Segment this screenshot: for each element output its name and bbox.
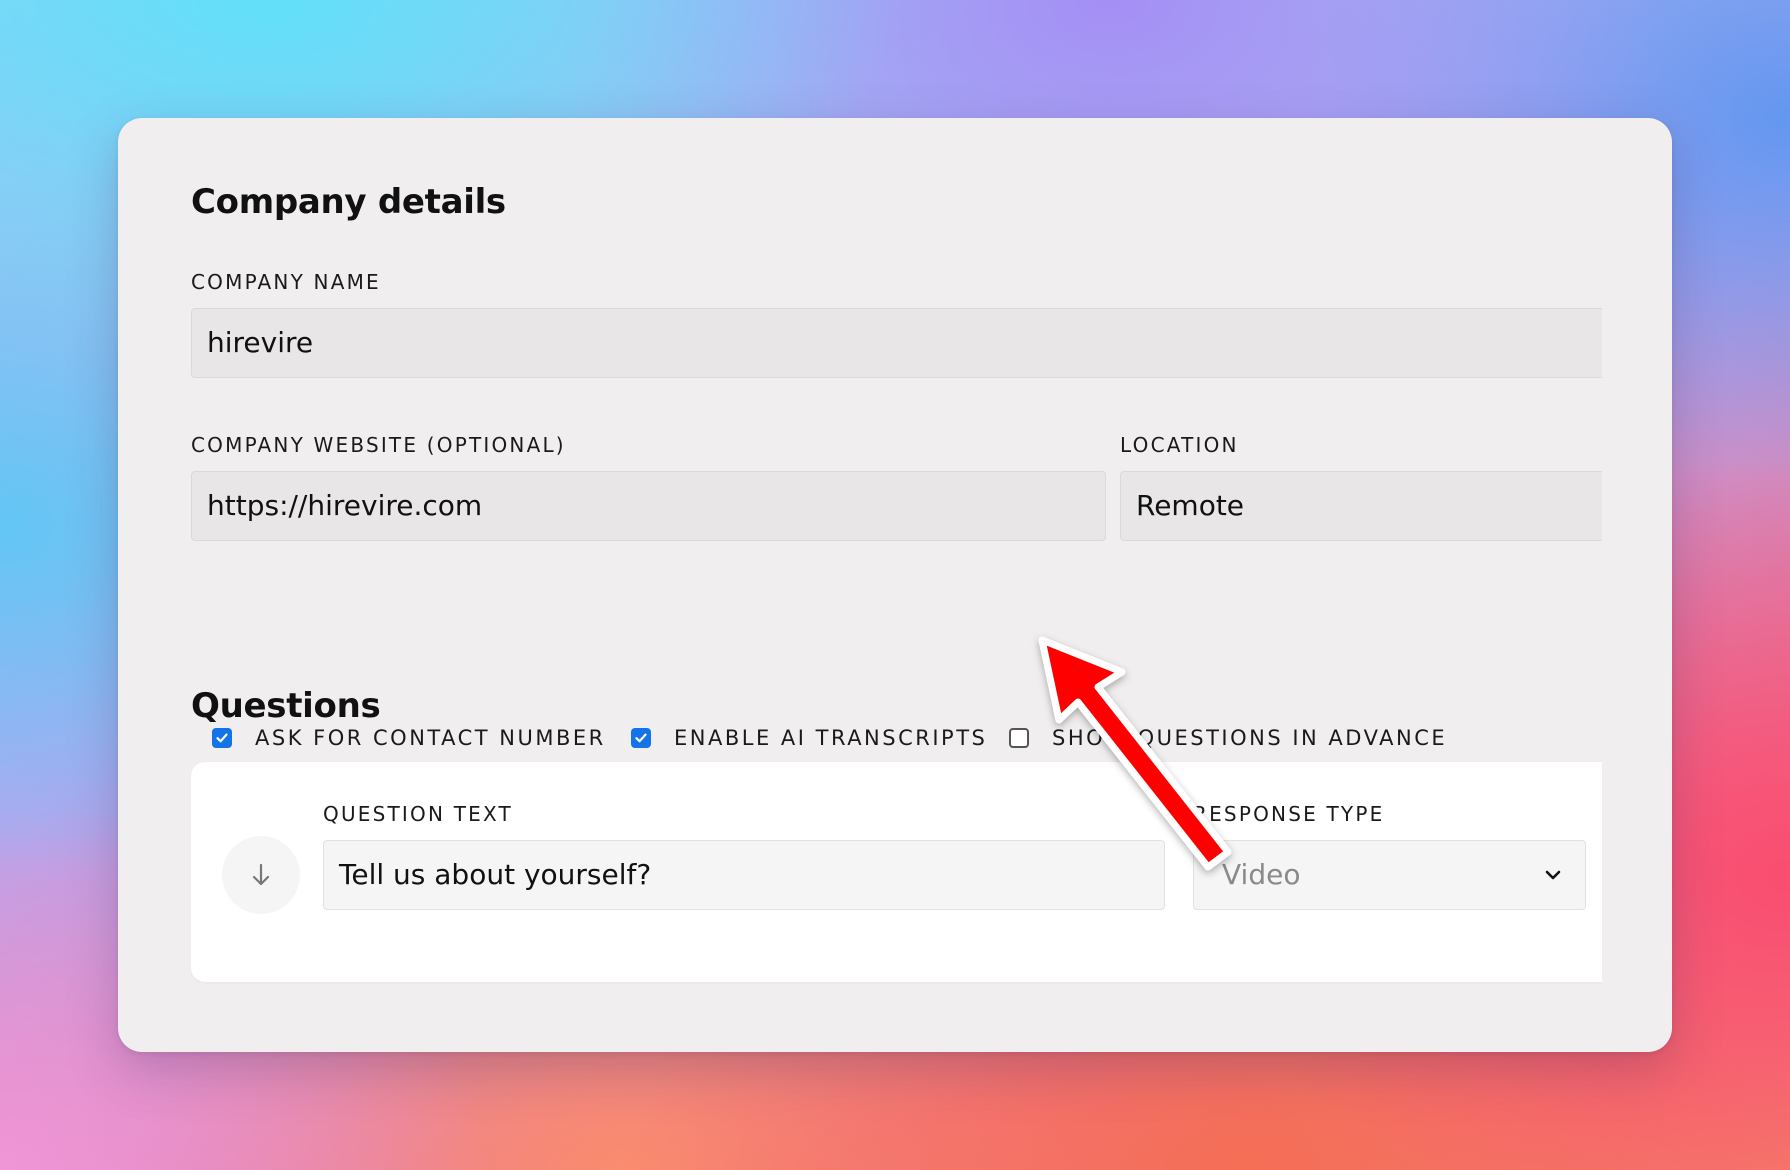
checkmark-icon (635, 733, 647, 743)
checkmark-icon (216, 733, 228, 743)
company-details-title: Company details (191, 182, 506, 222)
location-input[interactable]: Remote (1120, 471, 1602, 541)
enable-ai-transcripts-label: ENABLE AI TRANSCRIPTS (674, 726, 988, 750)
question-text-input[interactable]: Tell us about yourself? (323, 840, 1165, 910)
ask-contact-number-label: ASK FOR CONTACT NUMBER (255, 726, 606, 750)
show-questions-in-advance-label: SHOW QUESTIONS IN ADVANCE (1052, 726, 1448, 750)
chevron-down-icon (1545, 870, 1561, 880)
questions-title: Questions (191, 686, 381, 726)
company-name-label: COMPANY NAME (191, 270, 381, 294)
question-card: QUESTION TEXT Tell us about yourself? RE… (191, 762, 1602, 982)
show-questions-in-advance-checkbox[interactable] (1009, 728, 1029, 748)
ask-contact-number-checkbox[interactable] (212, 728, 232, 748)
settings-card: Company details COMPANY NAME hirevire CO… (118, 118, 1672, 1052)
location-label: LOCATION (1120, 433, 1239, 457)
option-show-questions-in-advance[interactable]: SHOW QUESTIONS IN ADVANCE (1009, 718, 1447, 758)
company-website-input[interactable]: https://hirevire.com (191, 471, 1106, 541)
option-enable-ai-transcripts[interactable]: ENABLE AI TRANSCRIPTS (631, 718, 987, 758)
company-website-label: COMPANY WEBSITE (OPTIONAL) (191, 433, 566, 457)
company-name-input[interactable]: hirevire (191, 308, 1602, 378)
reorder-handle[interactable] (222, 836, 300, 914)
card-content: Company details COMPANY NAME hirevire CO… (191, 118, 1602, 1052)
arrow-down-icon (252, 863, 270, 886)
response-type-value: Video (1222, 858, 1301, 891)
question-text-label: QUESTION TEXT (323, 802, 513, 826)
enable-ai-transcripts-checkbox[interactable] (631, 728, 651, 748)
response-type-select[interactable]: Video (1193, 840, 1586, 910)
response-type-label: RESPONSE TYPE (1193, 802, 1385, 826)
